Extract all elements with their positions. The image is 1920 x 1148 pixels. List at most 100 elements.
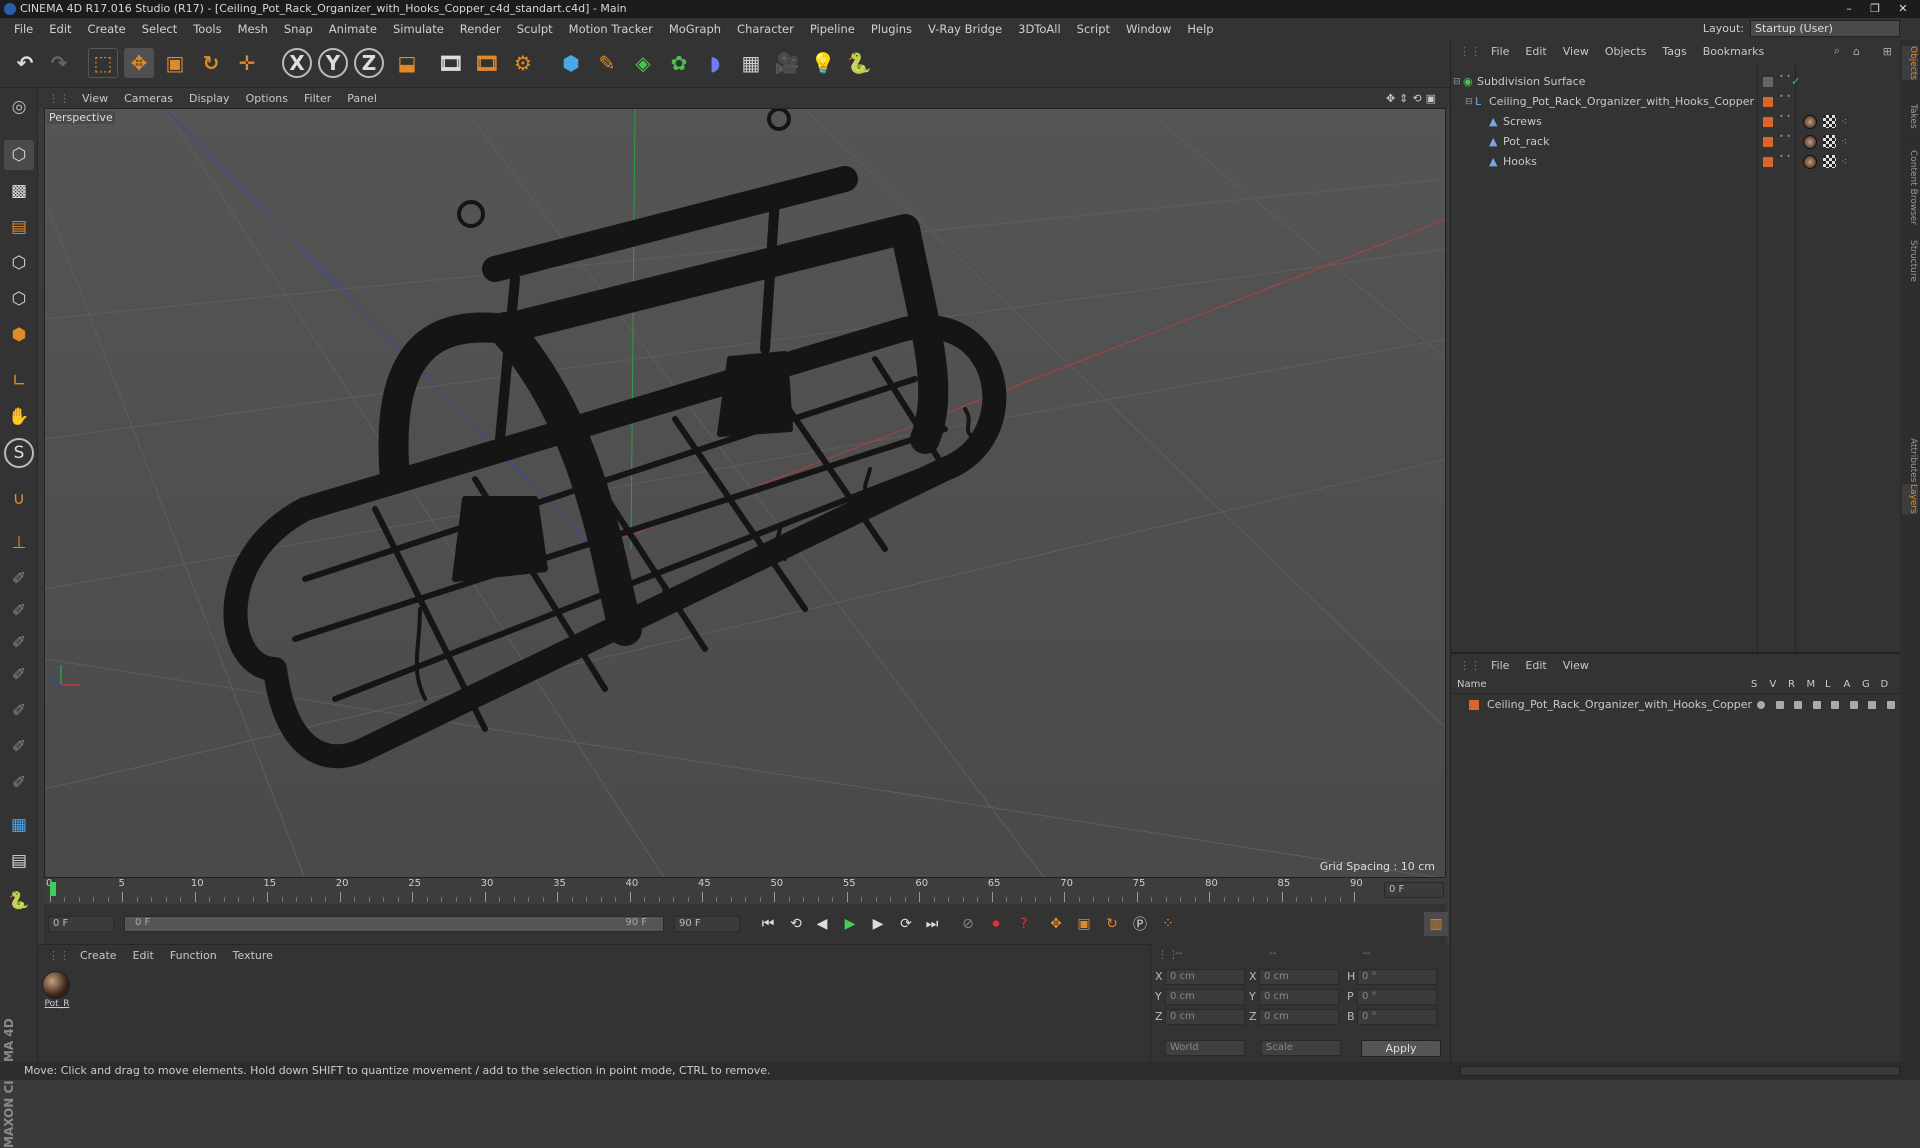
viewport-menu-options[interactable]: Options (238, 92, 296, 105)
viewport-menu-filter[interactable]: Filter (296, 92, 339, 105)
coord-rotation-field[interactable]: 0 ° (1357, 969, 1437, 985)
object-row[interactable]: ▲ Pot_rack • • ⁖ (1451, 132, 1901, 152)
timeline-ruler[interactable]: 051015202530354045505560657075808590 0 F (44, 878, 1446, 904)
camera-icon[interactable]: 🎥 (772, 48, 802, 78)
sculpt-pull-icon[interactable]: ✐ (4, 596, 34, 626)
autokey-icon[interactable]: ⏺ (984, 912, 1008, 936)
points-mode-icon[interactable]: ⬡ (4, 248, 34, 278)
layer-column-a[interactable]: A (1844, 679, 1851, 690)
search-icon[interactable]: ⌕ (1834, 44, 1840, 58)
phong-tag-icon[interactable]: ⁖ (1841, 112, 1847, 132)
right-tab-structure[interactable]: Structure (1902, 240, 1918, 282)
z-axis-lock-icon[interactable]: Z (354, 48, 384, 78)
viewport-menu-view[interactable]: View (74, 92, 116, 105)
menu-animate[interactable]: Animate (321, 22, 385, 36)
apply-button[interactable]: Apply (1361, 1040, 1441, 1057)
sculpt-smooth-icon[interactable]: ✐ (4, 628, 34, 658)
move-tool-icon[interactable]: ✥ (124, 48, 154, 78)
current-frame-field[interactable]: 0 F (1384, 882, 1444, 898)
menu-create[interactable]: Create (80, 22, 134, 36)
tweak-mode-icon[interactable]: ✋ (4, 402, 34, 432)
menu-mesh[interactable]: Mesh (230, 22, 276, 36)
right-tab-layers[interactable]: Layers (1902, 484, 1918, 514)
viewport-menu-display[interactable]: Display (181, 92, 238, 105)
3d-viewport[interactable]: Perspective Grid Spacing : 10 cm (44, 108, 1446, 878)
object-row[interactable]: ⊟ ◉ Subdivision Surface • • ✓ (1451, 72, 1901, 92)
layer-menu-file[interactable]: File (1483, 659, 1517, 672)
coordinate-system-icon[interactable]: ⬓ (392, 48, 422, 78)
deformer-icon[interactable]: ◗ (700, 48, 730, 78)
floor-scene-icon[interactable]: ▦ (736, 48, 766, 78)
visibility-dots-icon[interactable]: • • (1779, 72, 1791, 82)
menu-simulate[interactable]: Simulate (385, 22, 452, 36)
transform-tool-icon[interactable]: ✛ (232, 48, 262, 78)
layer-column-name[interactable]: Name (1457, 679, 1487, 690)
layer-color-swatch[interactable] (1763, 137, 1773, 147)
layer-color-swatch[interactable] (1469, 700, 1479, 710)
menu-tools[interactable]: Tools (185, 22, 229, 36)
object-menu-file[interactable]: File (1483, 45, 1517, 58)
key-position-icon[interactable]: ✥ (1044, 912, 1068, 936)
object-row[interactable]: ▲ Screws • • ⁖ (1451, 112, 1901, 132)
record-keys-icon[interactable]: ⊘ (956, 912, 980, 936)
key-scale-icon[interactable]: ▣ (1072, 912, 1096, 936)
key-pla-icon[interactable]: ⁘ (1156, 912, 1180, 936)
layer-row[interactable]: Ceiling_Pot_Rack_Organizer_with_Hooks_Co… (1451, 696, 1901, 714)
phong-tag-icon[interactable]: ⁖ (1841, 132, 1847, 152)
right-tab-attributes[interactable]: Attributes (1902, 438, 1918, 482)
render-picture-viewer-icon[interactable]: 🎞 (472, 48, 502, 78)
coord-position-field[interactable]: 0 cm (1165, 989, 1245, 1005)
coord-transform-dropdown[interactable]: Scale (1261, 1040, 1341, 1056)
object-menu-objects[interactable]: Objects (1597, 45, 1655, 58)
object-row[interactable]: ⊟ L Ceiling_Pot_Rack_Organizer_with_Hooks_… (1451, 92, 1901, 112)
expand-toggle-icon[interactable]: ⊟ (1465, 92, 1473, 112)
object-menu-tags[interactable]: Tags (1654, 45, 1694, 58)
prev-frame-icon[interactable]: ◀ (810, 912, 834, 936)
menu-character[interactable]: Character (729, 22, 802, 36)
menu-render[interactable]: Render (452, 22, 509, 36)
key-rotation-icon[interactable]: ↻ (1100, 912, 1124, 936)
layer-column-d[interactable]: D (1881, 679, 1889, 690)
layer-color-swatch[interactable] (1763, 97, 1773, 107)
layer-lock-icon[interactable] (1831, 701, 1839, 709)
python-icon[interactable]: 🐍 (844, 48, 874, 78)
visibility-dots-icon[interactable]: • • (1779, 112, 1791, 122)
y-axis-lock-icon[interactable]: Y (318, 48, 348, 78)
polygons-mode-icon[interactable]: ⬢ (4, 320, 34, 350)
uvw-tag-icon[interactable] (1823, 115, 1836, 128)
layer-view-icon[interactable] (1775, 701, 1784, 709)
layer-deformer-icon[interactable] (1886, 701, 1895, 709)
end-frame-field[interactable]: 90 F (674, 916, 740, 932)
object-menu-view[interactable]: View (1555, 45, 1597, 58)
magnet-icon[interactable]: ∪ (4, 484, 34, 514)
coord-size-field[interactable]: 0 cm (1259, 989, 1339, 1005)
right-tab-takes[interactable]: Takes (1902, 104, 1918, 129)
workplane-icon[interactable]: ▤ (4, 212, 34, 242)
rotate-tool-icon[interactable]: ↻ (196, 48, 226, 78)
edges-mode-icon[interactable]: ⬡ (4, 284, 34, 314)
layer-render-icon[interactable] (1794, 701, 1802, 709)
menu-snap[interactable]: Snap (276, 22, 321, 36)
next-key-icon[interactable]: ⟳ (894, 912, 918, 936)
menu-window[interactable]: Window (1118, 22, 1179, 36)
layer-column-v[interactable]: V (1770, 679, 1777, 690)
prev-key-icon[interactable]: ⟲ (784, 912, 808, 936)
layer-column-s[interactable]: S (1751, 679, 1757, 690)
coord-rotation-field[interactable]: 0 ° (1357, 1009, 1437, 1025)
next-frame-icon[interactable]: ▶ (866, 912, 890, 936)
layer-column-g[interactable]: G (1862, 679, 1870, 690)
material-menu-function[interactable]: Function (162, 949, 225, 962)
material-tag-icon[interactable] (1803, 135, 1817, 149)
menu-motion-tracker[interactable]: Motion Tracker (561, 22, 661, 36)
cube-object-icon[interactable]: ⬢ (556, 48, 586, 78)
menu-sculpt[interactable]: Sculpt (509, 22, 561, 36)
material-tag-icon[interactable] (1803, 115, 1817, 129)
goto-end-icon[interactable]: ⏭ (920, 912, 944, 936)
redo-icon[interactable]: ↷ (44, 48, 74, 78)
menu-help[interactable]: Help (1179, 22, 1221, 36)
coord-position-field[interactable]: 0 cm (1165, 969, 1245, 985)
material-tag-icon[interactable] (1803, 155, 1817, 169)
brush-tool-icon[interactable]: ✐ (4, 564, 34, 594)
layer-menu-edit[interactable]: Edit (1517, 659, 1554, 672)
pot-rack-model[interactable] (223, 109, 1007, 769)
